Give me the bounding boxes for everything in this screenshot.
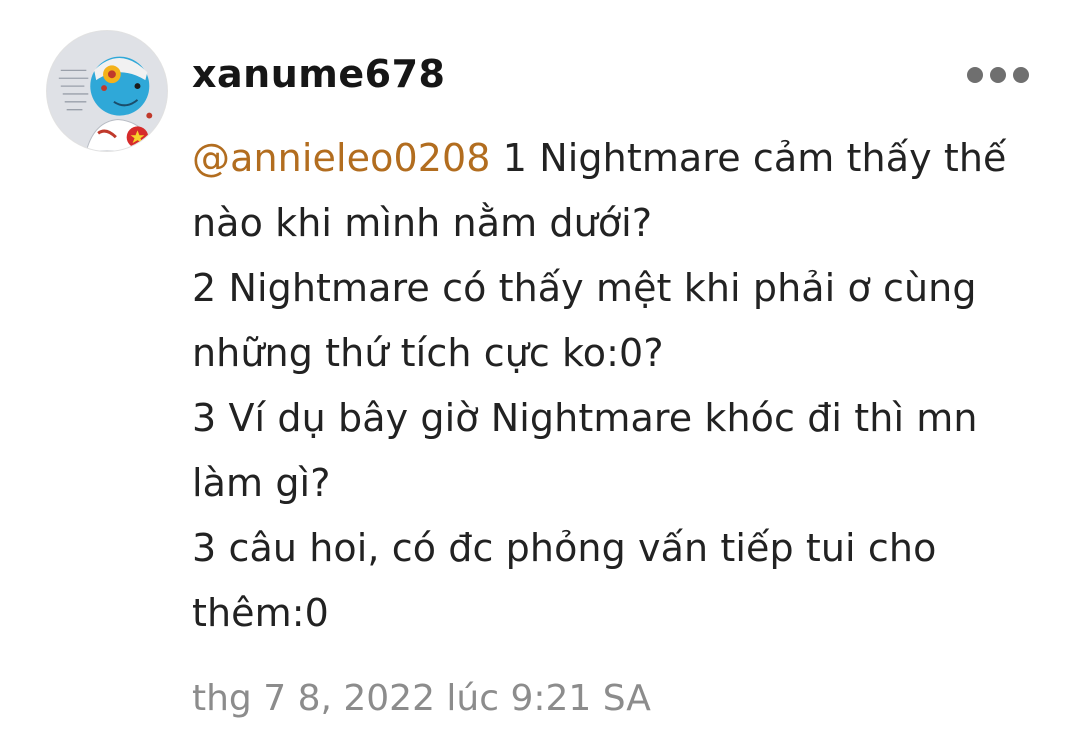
comment-text: 1 Nightmare cảm thấy thế	[490, 136, 1007, 180]
comment-line-2: nào khi mình nằm dưới?	[192, 201, 653, 245]
more-options-button[interactable]	[958, 58, 1038, 92]
comment-timestamp: thg 7 8, 2022 lúc 9:21 SA	[192, 678, 651, 719]
comment-body: @annieleo0208 1 Nightmare cảm thấy thế n…	[192, 126, 1052, 646]
more-horizontal-icon-dot-3	[1013, 67, 1029, 83]
avatar[interactable]	[46, 30, 168, 152]
comment-line-5: 3 Ví dụ bây giờ Nightmare khóc đi thì mn	[192, 396, 978, 440]
comment-line-8: thêm:0	[192, 591, 329, 635]
comment-line-1: @annieleo0208 1 Nightmare cảm thấy thế	[192, 126, 1052, 191]
comment-line-6: làm gì?	[192, 461, 331, 505]
comment-username[interactable]: xanume678	[192, 52, 445, 96]
comment-line-7: 3 câu hoi, có đc phỏng vấn tiếp tui cho	[192, 526, 937, 570]
comment-line-4: những thứ tích cực ko:0?	[192, 331, 664, 375]
more-horizontal-icon	[967, 67, 983, 83]
comment-card: xanume678 @annieleo0208 1 Nightmare cảm …	[0, 0, 1077, 750]
mention-link[interactable]: @annieleo0208	[192, 136, 491, 180]
more-horizontal-icon-dot-2	[990, 67, 1006, 83]
avatar-image	[47, 31, 167, 151]
comment-line-3: 2 Nightmare có thấy mệt khi phải ơ cùng	[192, 266, 977, 310]
